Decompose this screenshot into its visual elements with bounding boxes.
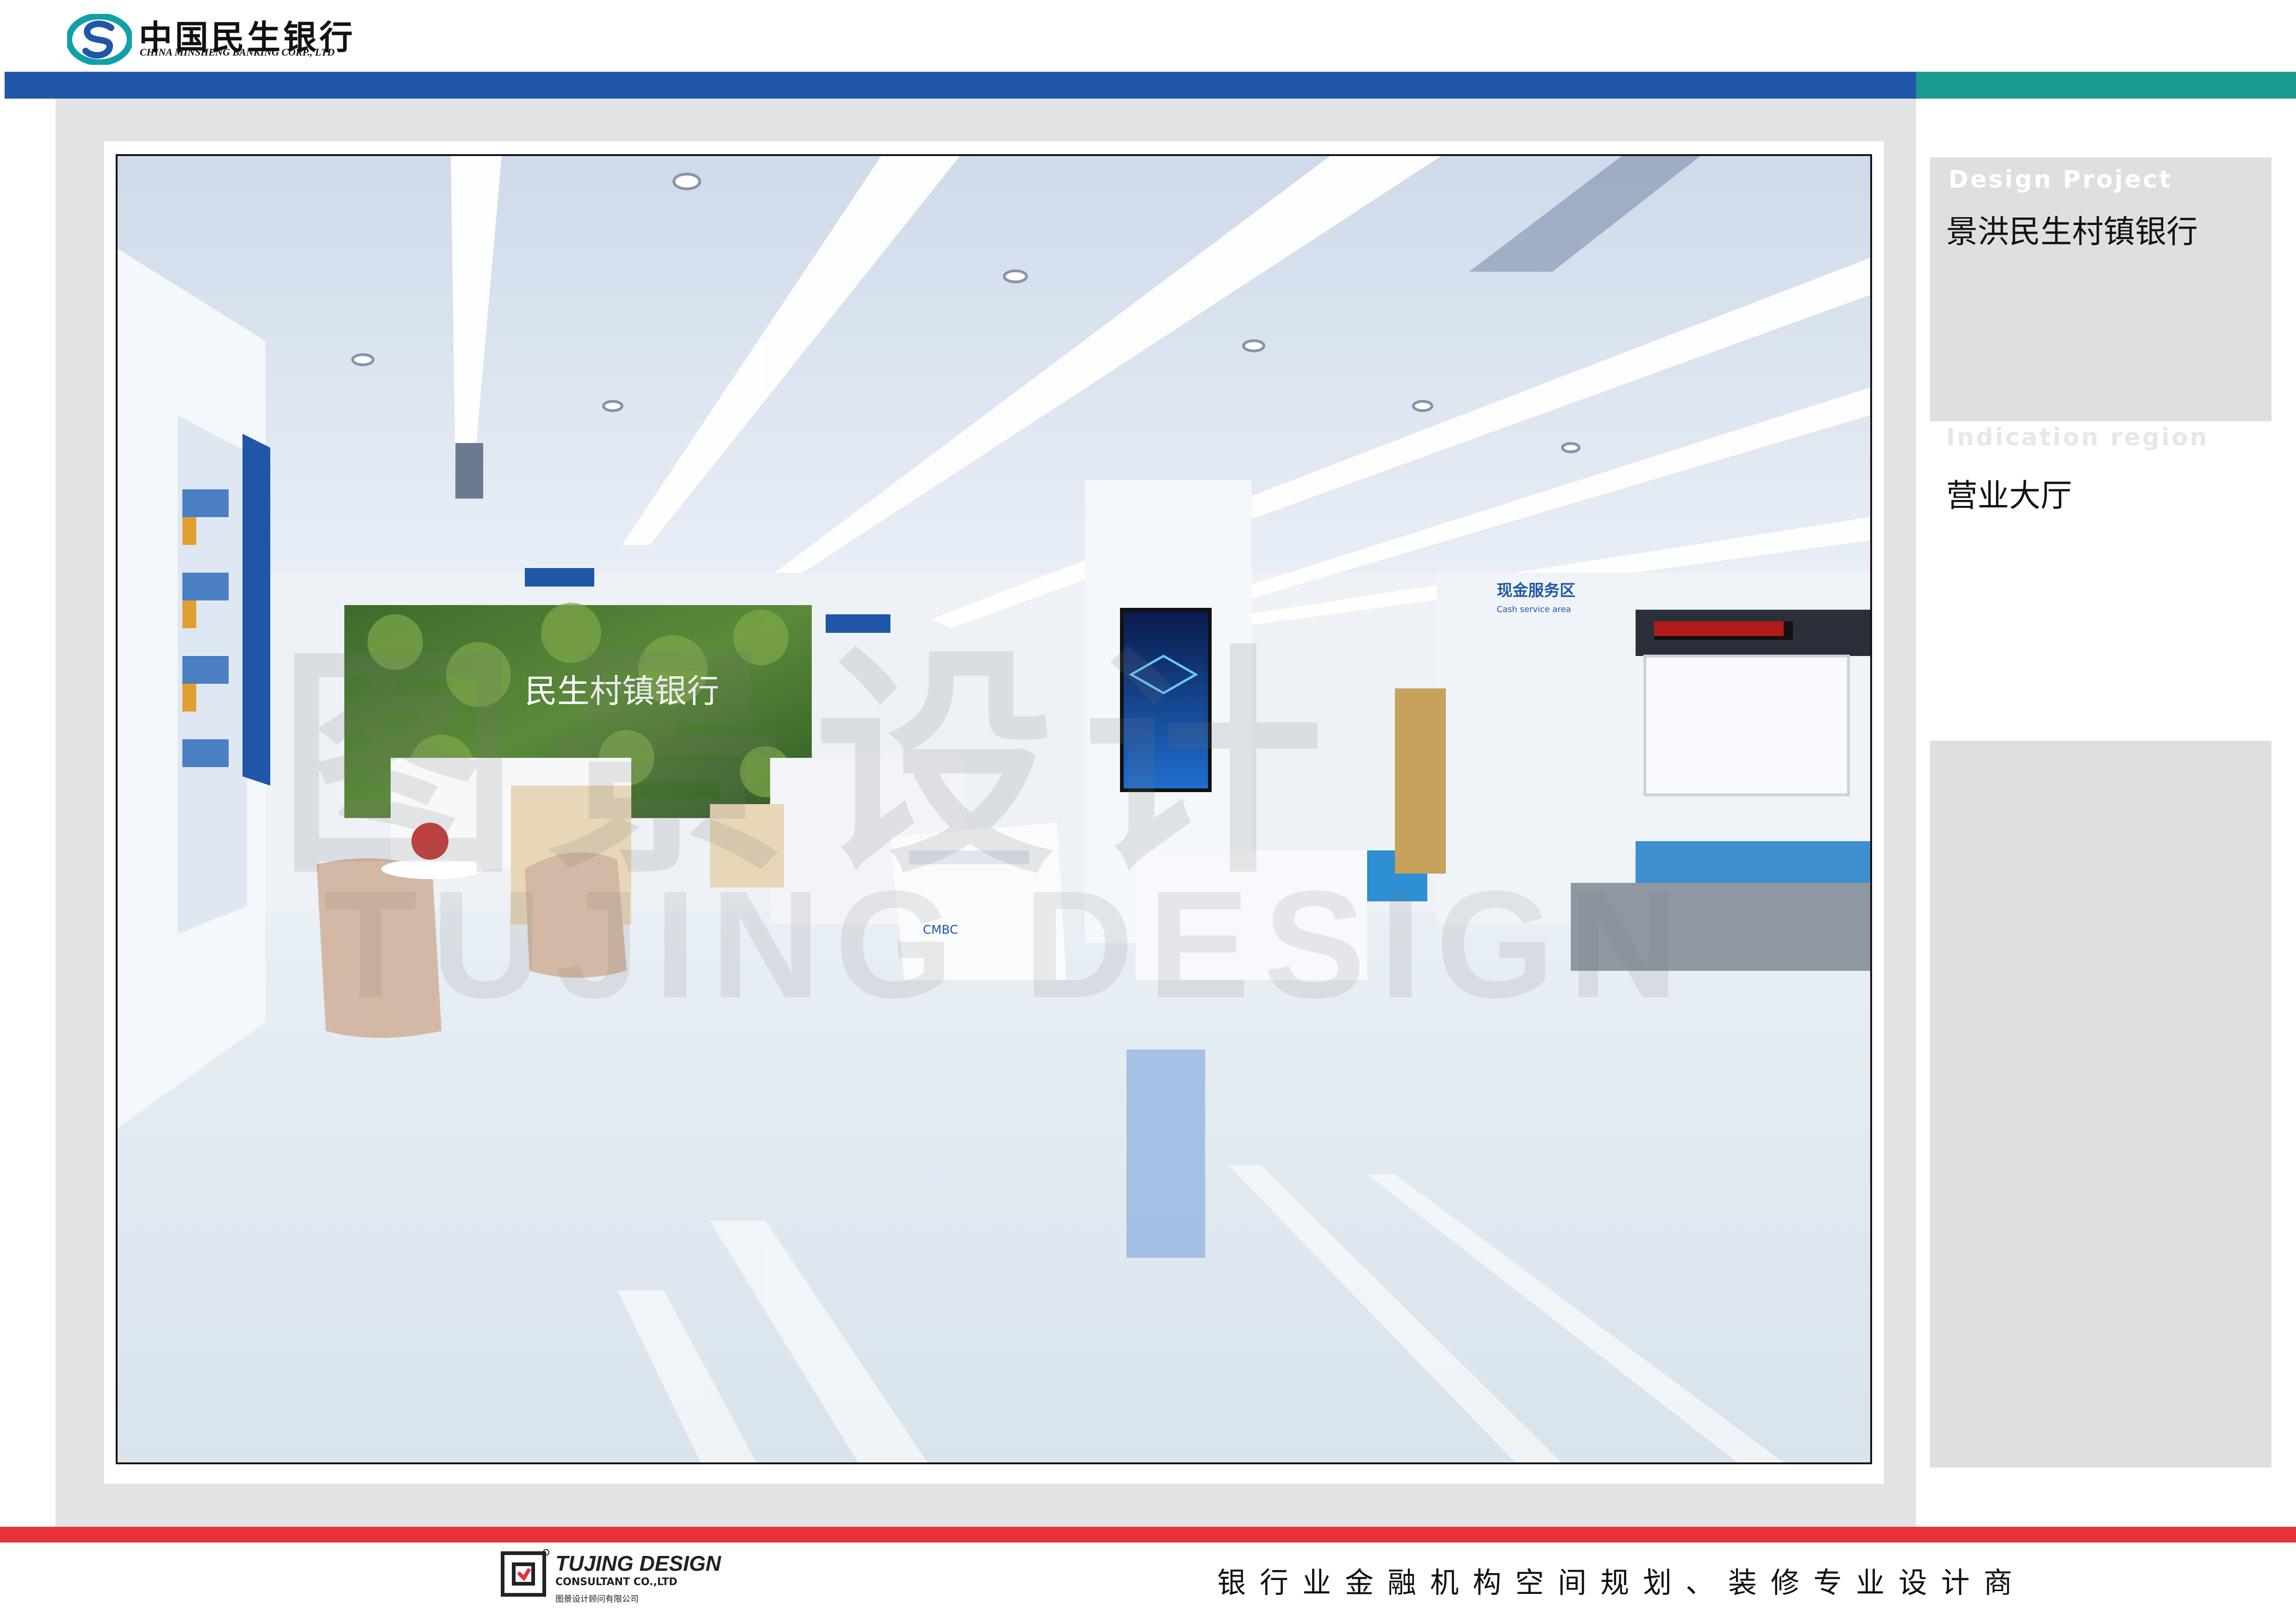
- design-project-value: 景洪民生村镇银行: [1946, 214, 2198, 250]
- tujing-logo-icon: [501, 1549, 549, 1597]
- header-band-blue: [5, 72, 1916, 99]
- header-band-teal: [1916, 72, 2296, 99]
- footer-brand-sub: CONSULTANT CO.,LTD: [555, 1576, 678, 1588]
- region-info-box: [1930, 741, 2271, 1468]
- footer-brand-cn: 图景设计顾问有限公司: [555, 1594, 639, 1604]
- watermark-en: TUJING DESIGN: [324, 859, 1693, 1030]
- indication-region-value: 营业大厅: [1946, 478, 2072, 514]
- footer-tagline: 银行业金融机构空间规划、装修专业设计商: [1217, 1566, 2027, 1599]
- footer-band-red: [0, 1527, 2296, 1543]
- footer-brand: TUJING DESIGN: [555, 1551, 721, 1575]
- sign-cash-service-en: Cash service area: [1497, 605, 1571, 614]
- minsheng-logo-icon: [67, 14, 132, 65]
- project-info-box: [1930, 157, 2271, 421]
- brand-name-en: CHINA MINSHENG BANKING CORP., LTD: [140, 46, 335, 58]
- indication-region-label: Indication region: [1946, 424, 2209, 451]
- design-project-label: Design Project: [1948, 166, 2172, 194]
- sign-cash-service: 现金服务区: [1497, 581, 1575, 600]
